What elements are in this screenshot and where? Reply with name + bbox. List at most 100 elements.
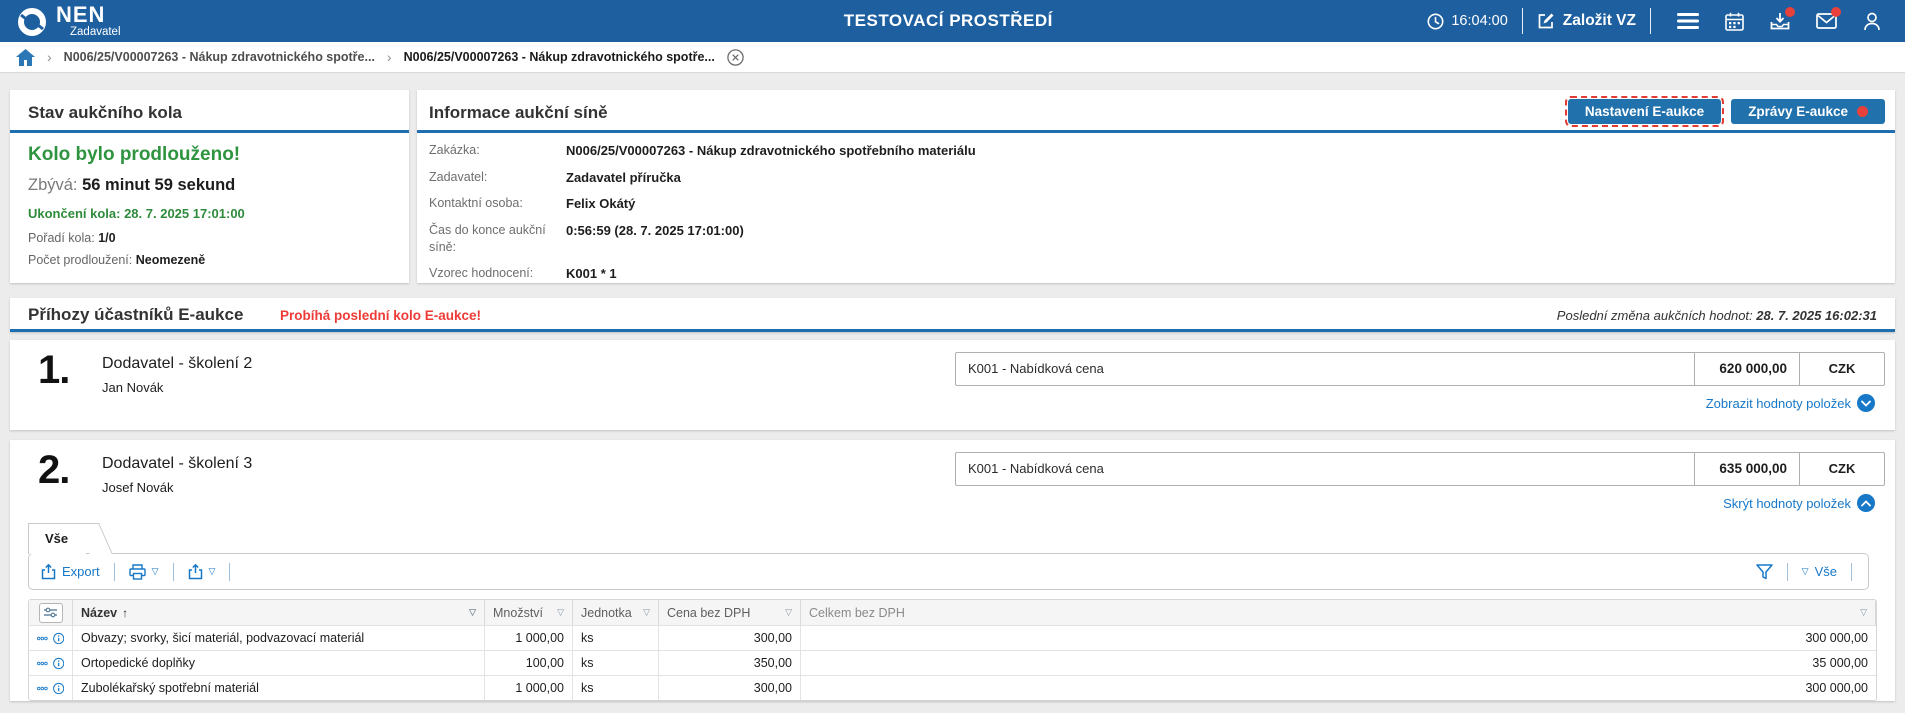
auction-settings-button[interactable]: Nastavení E-aukce bbox=[1568, 99, 1721, 124]
breadcrumb-separator-icon bbox=[47, 49, 52, 65]
column-header-quantity[interactable]: Množství bbox=[485, 600, 573, 625]
info-icon[interactable] bbox=[53, 681, 64, 696]
info-label: Zakázka: bbox=[429, 142, 566, 159]
panel-title: Informace aukční síně bbox=[429, 103, 608, 123]
close-icon bbox=[727, 49, 744, 66]
breadcrumb: N006/25/V00007263 - Nákup zdravotnického… bbox=[0, 42, 1905, 73]
item-name: Zubolékařský spotřební materiál bbox=[73, 676, 485, 700]
bid-value: 620 000,00 bbox=[1694, 353, 1799, 385]
column-filter-icon[interactable] bbox=[643, 607, 650, 618]
share-button[interactable] bbox=[188, 564, 216, 580]
logo-subtitle: Zadavatel bbox=[70, 26, 121, 38]
extensions-count: Počet prodloužení: Neomezeně bbox=[28, 253, 205, 267]
show-item-values-link[interactable]: Zobrazit hodnoty položek bbox=[1706, 394, 1875, 412]
round-order-value: 1/0 bbox=[98, 231, 115, 245]
participant-rank: 1. bbox=[38, 348, 69, 393]
column-filter-icon[interactable] bbox=[557, 607, 564, 618]
row-actions-icon[interactable] bbox=[37, 686, 48, 691]
participant-rank: 2. bbox=[38, 448, 69, 493]
nen-logo-icon bbox=[16, 6, 48, 38]
participant-card-1: 1. Dodavatel - školení 2 Jan Novák K001 … bbox=[10, 340, 1895, 430]
auction-messages-button[interactable]: Zprávy E-aukce bbox=[1731, 99, 1885, 124]
info-value: Felix Okátý bbox=[566, 195, 635, 212]
criterion-label: K001 - Nabídková cena bbox=[956, 353, 1694, 385]
extensions-label: Počet prodloužení: bbox=[28, 253, 132, 267]
breadcrumb-tab-2-active[interactable]: N006/25/V00007263 - Nákup zdravotnického… bbox=[404, 50, 715, 64]
divider bbox=[1522, 8, 1523, 34]
table-row: Zubolékařský spotřební materiál 1 000,00… bbox=[29, 675, 1876, 700]
participant-name: Dodavatel - školení 3 bbox=[102, 455, 252, 473]
user-icon bbox=[1863, 12, 1881, 31]
table-row: Ortopedické doplňky 100,00 ks 350,00 35 … bbox=[29, 650, 1876, 675]
close-tab-button[interactable] bbox=[727, 49, 744, 66]
row-actions-icon[interactable] bbox=[37, 636, 48, 641]
sort-ascending-icon bbox=[122, 606, 128, 620]
table-row: Obvazy; svorky, šicí materiál, podvazova… bbox=[29, 625, 1876, 650]
share-icon bbox=[188, 564, 203, 580]
inbox-button[interactable] bbox=[1757, 0, 1803, 42]
messages-button[interactable] bbox=[1803, 0, 1849, 42]
table-header-row: Název Množství Jednotka Cena bez DPH Cel… bbox=[29, 600, 1876, 625]
export-button[interactable]: Export bbox=[41, 564, 100, 580]
column-header-total[interactable]: Celkem bez DPH bbox=[801, 600, 1876, 625]
column-label: Cena bez DPH bbox=[667, 606, 750, 620]
column-header-unit[interactable]: Jednotka bbox=[573, 600, 659, 625]
item-name: Ortopedické doplňky bbox=[73, 651, 485, 675]
calendar-button[interactable] bbox=[1711, 0, 1757, 42]
section-title: Příhozy účastníků E-aukce bbox=[28, 305, 243, 325]
create-vz-button[interactable]: Založit VZ bbox=[1537, 12, 1636, 30]
top-bar: NEN Zadavatel TESTOVACÍ PROSTŘEDÍ 16:04:… bbox=[0, 0, 1905, 42]
home-icon[interactable] bbox=[16, 49, 35, 66]
info-icon[interactable] bbox=[53, 631, 64, 646]
last-change-label: Poslední změna aukčních hodnot: bbox=[1557, 308, 1753, 323]
column-filter-icon[interactable] bbox=[785, 607, 792, 618]
column-filter-icon[interactable] bbox=[469, 607, 476, 618]
nen-logo[interactable]: NEN Zadavatel bbox=[16, 4, 121, 38]
print-button[interactable] bbox=[129, 564, 159, 580]
column-filter-icon[interactable] bbox=[1860, 607, 1867, 618]
logo-title: NEN bbox=[56, 4, 121, 26]
filter-all-dropdown[interactable]: Vše bbox=[1802, 564, 1837, 579]
hide-item-values-link[interactable]: Skrýt hodnoty položek bbox=[1723, 494, 1875, 512]
divider bbox=[1787, 563, 1788, 581]
column-header-name[interactable]: Název bbox=[73, 600, 485, 625]
info-value: Zadavatel příručka bbox=[566, 169, 681, 186]
tab-all[interactable]: Vše bbox=[28, 523, 86, 554]
breadcrumb-separator-icon bbox=[387, 49, 392, 65]
item-quantity: 1 000,00 bbox=[485, 676, 573, 700]
divider bbox=[173, 563, 174, 581]
items-toolbar: Export Vše bbox=[28, 553, 1869, 590]
breadcrumb-tab-1[interactable]: N006/25/V00007263 - Nákup zdravotnického… bbox=[64, 50, 375, 64]
column-settings-button[interactable] bbox=[39, 603, 63, 623]
divider bbox=[10, 130, 409, 133]
auction-messages-label: Zprávy E-aukce bbox=[1748, 100, 1848, 123]
participant-card-2: 2. Dodavatel - školení 3 Josef Novák K00… bbox=[10, 440, 1895, 701]
item-total: 300 000,00 bbox=[801, 676, 1876, 700]
bid-value: 635 000,00 bbox=[1694, 453, 1799, 485]
calendar-icon bbox=[1725, 12, 1744, 31]
round-order: Pořadí kola: 1/0 bbox=[28, 231, 116, 245]
dropdown-triangle-icon bbox=[1802, 566, 1809, 577]
filter-icon bbox=[1756, 564, 1773, 580]
item-unit: ks bbox=[573, 676, 659, 700]
info-icon[interactable] bbox=[53, 656, 64, 671]
info-value: N006/25/V00007263 - Nákup zdravotnického… bbox=[566, 142, 976, 159]
divider bbox=[1851, 563, 1852, 581]
row-actions-icon[interactable] bbox=[37, 661, 48, 666]
profile-button[interactable] bbox=[1849, 0, 1895, 42]
toggle-link-label: Zobrazit hodnoty položek bbox=[1706, 396, 1851, 411]
panel-title: Stav aukčního kola bbox=[28, 103, 182, 123]
mail-notification-dot bbox=[1831, 7, 1841, 17]
item-quantity: 1 000,00 bbox=[485, 626, 573, 650]
extensions-value: Neomezeně bbox=[136, 253, 205, 267]
inbox-notification-dot bbox=[1785, 7, 1795, 17]
last-change-value: 28. 7. 2025 16:02:31 bbox=[1756, 308, 1877, 323]
column-header-unit-price[interactable]: Cena bez DPH bbox=[659, 600, 801, 625]
criterion-label: K001 - Nabídková cena bbox=[956, 453, 1694, 485]
column-label: Celkem bez DPH bbox=[809, 606, 905, 620]
server-time: 16:04:00 bbox=[1427, 13, 1507, 30]
last-round-alert: Probíhá poslední kolo E-aukce! bbox=[280, 308, 481, 323]
menu-button[interactable] bbox=[1665, 0, 1711, 42]
dropdown-triangle-icon bbox=[209, 566, 216, 577]
filter-button[interactable] bbox=[1756, 564, 1773, 580]
